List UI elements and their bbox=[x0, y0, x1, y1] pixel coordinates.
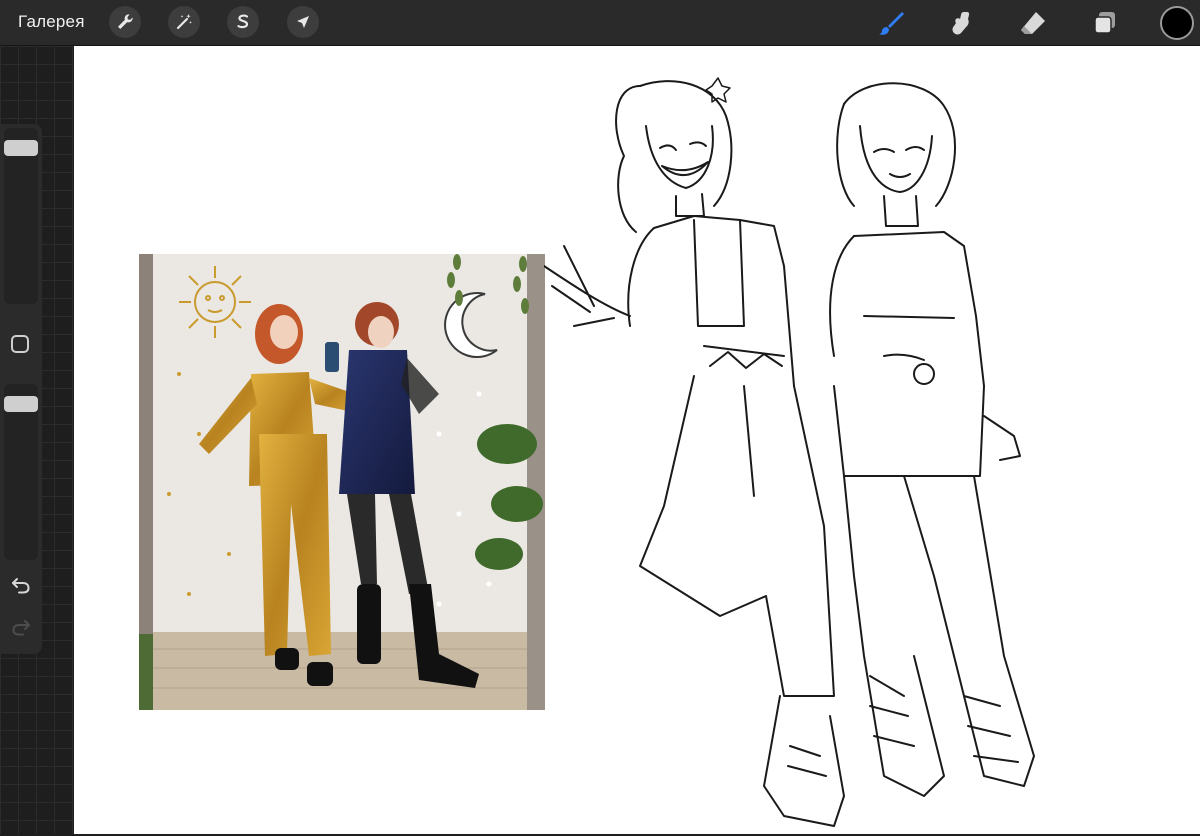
line-sketch bbox=[544, 77, 1035, 827]
layers-button[interactable] bbox=[1090, 8, 1120, 38]
transform-button[interactable] bbox=[287, 6, 319, 38]
modify-button[interactable] bbox=[11, 335, 29, 353]
brush-icon bbox=[879, 12, 904, 35]
layers-icon bbox=[1094, 12, 1115, 34]
brush-tool[interactable] bbox=[876, 8, 906, 38]
smudge-tool[interactable] bbox=[946, 8, 976, 38]
magic-wand-icon bbox=[176, 14, 192, 30]
color-swatch[interactable] bbox=[1160, 6, 1194, 40]
reference-photo bbox=[139, 254, 545, 710]
top-toolbar: Галерея bbox=[0, 0, 1200, 46]
redo-button[interactable] bbox=[8, 614, 34, 640]
undo-icon bbox=[12, 578, 30, 594]
arrow-cursor-icon bbox=[297, 16, 309, 28]
selection-s-icon bbox=[237, 14, 249, 29]
wrench-icon bbox=[118, 14, 133, 29]
drawing-canvas[interactable] bbox=[74, 46, 1200, 834]
eraser-icon bbox=[1021, 12, 1045, 34]
actions-button[interactable] bbox=[109, 6, 141, 38]
adjustments-button[interactable] bbox=[168, 6, 200, 38]
eraser-tool[interactable] bbox=[1018, 8, 1048, 38]
opacity-knob[interactable] bbox=[4, 396, 38, 412]
redo-icon bbox=[12, 620, 30, 636]
brush-size-knob[interactable] bbox=[4, 140, 38, 156]
gallery-button[interactable]: Галерея bbox=[18, 12, 85, 32]
selection-button[interactable] bbox=[227, 6, 259, 38]
smudge-icon bbox=[952, 12, 970, 35]
undo-button[interactable] bbox=[8, 572, 34, 598]
sidebar bbox=[0, 124, 42, 654]
